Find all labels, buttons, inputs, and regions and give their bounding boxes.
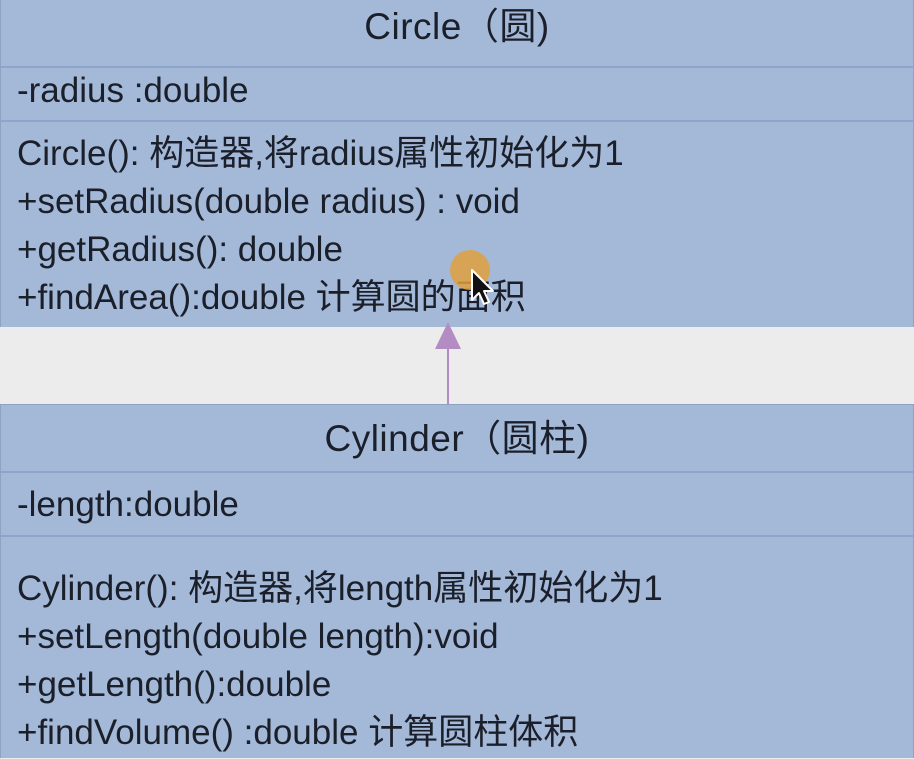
- mouse-cursor-icon: [450, 250, 494, 305]
- inheritance-arrow-head: [435, 322, 461, 349]
- inheritance-arrow: [435, 322, 461, 404]
